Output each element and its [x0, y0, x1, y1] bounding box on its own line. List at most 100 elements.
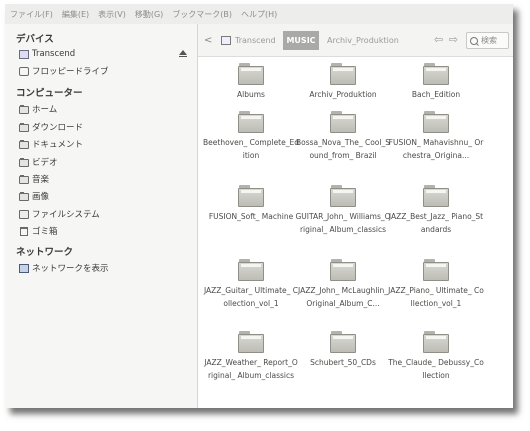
folder-item[interactable]: JAZZ_Weather_ Report_Original_ Album_cla…	[203, 331, 299, 382]
folder-item[interactable]: Schubert_50_CDs	[295, 331, 391, 370]
eject-icon[interactable]	[179, 50, 187, 57]
sidebar-header-devices: デバイス	[16, 34, 54, 45]
sidebar-header-network: ネットワーク	[16, 247, 74, 258]
menu-bookmarks[interactable]: ブックマーク(B)	[167, 9, 236, 20]
menu-edit[interactable]: 編集(E)	[57, 9, 93, 20]
folder-icon	[330, 185, 356, 207]
search-field[interactable]: 検索	[466, 32, 509, 49]
folder-label: Bossa_Nova_The_ Cool_Sound_from_ Brazil	[296, 138, 390, 160]
folder-icon	[423, 259, 449, 281]
folder-label: JAZZ_Best_Jazz_ Piano_Standards	[388, 212, 484, 234]
folder-item[interactable]: JAZZ_Best_Jazz_ Piano_Standards	[388, 185, 484, 236]
sidebar-item-label: 画像	[32, 192, 50, 202]
folder-item[interactable]: JAZZ_Guitar_ Ultimate_ Collection_vol_1	[203, 259, 299, 310]
downloads-folder-icon	[19, 122, 29, 132]
sidebar-item-documents[interactable]: ドキュメント	[19, 136, 191, 152]
menu-help[interactable]: ヘルプ(H)	[236, 9, 281, 20]
folder-icon	[330, 63, 356, 85]
menu-view[interactable]: 表示(V)	[93, 9, 130, 20]
folder-item[interactable]: JAZZ_Piano_ Ultimate_ Collection_vol_1	[388, 259, 484, 310]
menu-go[interactable]: 移動(G)	[130, 9, 167, 20]
folder-label: Albums	[237, 90, 265, 99]
sidebar-item-pictures[interactable]: 画像	[19, 188, 191, 204]
sidebar-item-label: Transcend	[32, 49, 76, 59]
back-button[interactable]: <	[204, 35, 212, 46]
sidebar-item-music[interactable]: 音楽	[19, 171, 191, 187]
folder-icon	[423, 63, 449, 85]
sidebar-item-label: ビデオ	[32, 158, 58, 168]
sidebar-item-floppy[interactable]: フロッピードライブ	[19, 63, 191, 79]
folder-icon	[238, 111, 264, 133]
folder-icon	[238, 63, 264, 85]
sidebar-item-transcend[interactable]: Transcend	[19, 46, 191, 62]
documents-folder-icon	[19, 139, 29, 149]
sidebar-item-label: ホーム	[32, 105, 58, 115]
folder-item[interactable]: JAZZ_John_ McLaughlin_ Original_Album_C.…	[295, 259, 391, 310]
folder-item[interactable]: The_Claude_ Debussy_Collection	[388, 331, 484, 382]
folder-label: JAZZ_Weather_ Report_Original_ Album_cla…	[204, 358, 298, 380]
folder-label: FUSION_ Mahavishnu_ Orchestra_Origina...	[388, 138, 484, 160]
sidebar-item-filesystem[interactable]: ファイルシステム	[19, 206, 191, 222]
folder-label: FUSION_Soft_ Machine	[208, 212, 294, 221]
folder-item[interactable]: Bossa_Nova_The_ Cool_Sound_from_ Brazil	[295, 111, 391, 162]
menubar: ファイル(F) 編集(E) 表示(V) 移動(G) ブックマーク(B) ヘルプ(…	[5, 4, 513, 25]
folder-icon	[330, 259, 356, 281]
folder-item[interactable]: FUSION_ Mahavishnu_ Orchestra_Origina...	[388, 111, 484, 162]
sidebar-item-videos[interactable]: ビデオ	[19, 154, 191, 170]
sidebar-item-trash[interactable]: ゴミ箱	[19, 223, 191, 239]
breadcrumb-archiv-produktion[interactable]: Archiv_Produktion	[322, 31, 432, 50]
folder-icon	[423, 331, 449, 353]
folder-label: GUITAR_John_ Williams_Original_ Album_cl…	[295, 212, 391, 234]
home-folder-icon	[19, 104, 29, 114]
folder-icon	[330, 331, 356, 353]
file-grid: Albums Archiv_Produktion Bach_Edition Be…	[198, 57, 513, 408]
drive-icon	[221, 36, 231, 45]
sidebar-item-downloads[interactable]: ダウンロード	[19, 119, 191, 135]
usb-drive-icon	[19, 49, 29, 59]
sidebar: デバイス Transcend フロッピードライブ コンピューター ホーム ダウン…	[5, 24, 198, 408]
filesystem-icon	[19, 209, 29, 219]
file-manager-window: ファイル(F) 編集(E) 表示(V) 移動(G) ブックマーク(B) ヘルプ(…	[5, 4, 513, 408]
folder-icon	[423, 111, 449, 133]
pictures-folder-icon	[19, 191, 29, 201]
folder-item[interactable]: Archiv_Produktion	[295, 63, 391, 102]
folder-icon	[238, 331, 264, 353]
folder-item[interactable]: Albums	[203, 63, 299, 102]
floppy-drive-icon	[19, 66, 29, 76]
trash-icon	[20, 226, 28, 236]
menu-file[interactable]: ファイル(F)	[5, 9, 57, 20]
folder-icon	[330, 111, 356, 133]
folder-label: Beethoven_ Complete_Edition	[203, 138, 299, 160]
nav-arrows[interactable]: ⇦ ⇨	[434, 33, 459, 46]
folder-label: JAZZ_Piano_ Ultimate_ Collection_vol_1	[388, 286, 484, 308]
breadcrumb-transcend[interactable]: Transcend	[216, 31, 281, 50]
folder-label: JAZZ_John_ McLaughlin_ Original_Album_C.…	[298, 286, 388, 308]
folder-label: Archiv_Produktion	[309, 90, 377, 99]
folder-label: JAZZ_Guitar_ Ultimate_ Collection_vol_1	[203, 286, 299, 308]
breadcrumb-label: Transcend	[235, 36, 276, 45]
folder-icon	[238, 185, 264, 207]
folder-item[interactable]: GUITAR_John_ Williams_Original_ Album_cl…	[295, 185, 391, 236]
sidebar-item-label: フロッピードライブ	[32, 67, 109, 77]
sidebar-item-home[interactable]: ホーム	[19, 101, 191, 117]
folder-icon	[238, 259, 264, 281]
sidebar-header-computer: コンピューター	[16, 88, 83, 99]
network-icon	[19, 263, 29, 273]
location-toolbar: < Transcend MUSIC Archiv_Produktion ⇦ ⇨ …	[198, 24, 513, 57]
breadcrumb-music[interactable]: MUSIC	[283, 31, 319, 50]
search-icon	[470, 36, 478, 45]
search-placeholder: 検索	[481, 36, 497, 45]
sidebar-item-network[interactable]: ネットワークを表示	[19, 260, 191, 276]
music-folder-icon	[19, 174, 29, 184]
sidebar-item-label: ドキュメント	[32, 140, 84, 150]
folder-item[interactable]: FUSION_Soft_ Machine	[203, 185, 299, 224]
sidebar-item-label: 音楽	[32, 175, 50, 185]
sidebar-item-label: ダウンロード	[32, 123, 84, 133]
folder-label: Bach_Edition	[411, 90, 461, 99]
videos-folder-icon	[19, 157, 29, 167]
sidebar-item-label: ネットワークを表示	[32, 264, 109, 274]
folder-item[interactable]: Beethoven_ Complete_Edition	[203, 111, 299, 162]
folder-label: Schubert_50_CDs	[310, 358, 376, 367]
folder-item[interactable]: Bach_Edition	[388, 63, 484, 102]
folder-icon	[423, 185, 449, 207]
